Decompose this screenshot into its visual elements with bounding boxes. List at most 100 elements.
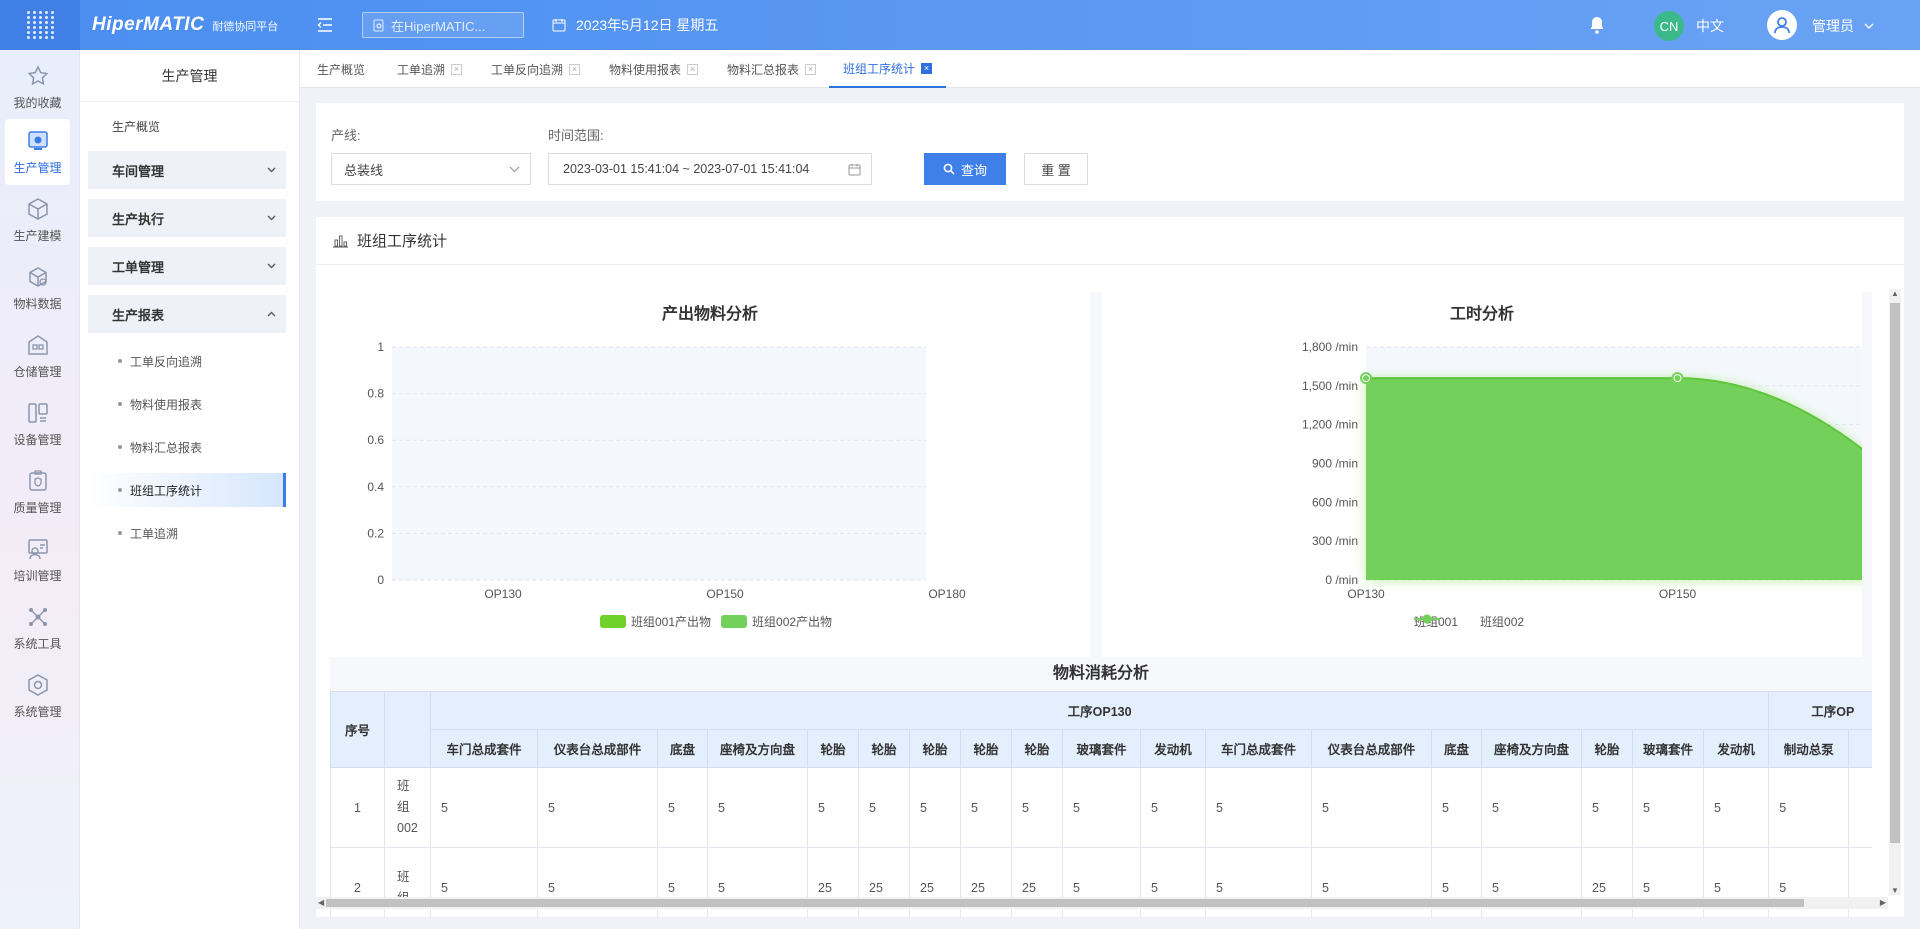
date-range-value: 2023-03-01 15:41:04 ~ 2023-07-01 15:41:0… [563, 162, 810, 176]
table-cell: 5 [1632, 767, 1704, 848]
rail-item-warehouse[interactable]: 仓储管理 [5, 323, 70, 389]
app-grid-button[interactable] [0, 0, 80, 50]
query-label: 查询 [960, 162, 987, 178]
column-header: 玻璃套件 [1632, 729, 1704, 768]
tab-reverse-trace[interactable]: 工单反向追溯 × [491, 50, 581, 88]
close-icon[interactable]: × [921, 62, 933, 74]
warehouse-icon [27, 334, 48, 355]
close-icon[interactable]: × [569, 63, 581, 75]
sidebar-item-team-process[interactable]: 班组工序统计 [88, 473, 286, 507]
rail-item-tools[interactable]: 系统工具 [5, 595, 70, 661]
sidebar-item-order-trace[interactable]: 工单追溯 [88, 516, 286, 550]
legend-item[interactable]: 班组002产出物 [721, 613, 832, 630]
avatar[interactable] [1767, 10, 1797, 40]
vertical-scrollbar[interactable]: ▲ ▼ [1889, 289, 1901, 895]
column-header: 座椅及方向盘 [1481, 729, 1582, 768]
y-tick-label: 0.2 [367, 526, 384, 540]
row-index: 1 [330, 767, 385, 848]
scroll-up-icon[interactable]: ▲ [1891, 289, 1899, 298]
rail-item-system[interactable]: 系统管理 [5, 663, 70, 729]
bell-icon[interactable] [1588, 15, 1606, 35]
column-header: 车门总成套件 [1205, 729, 1312, 768]
brand-subtitle: 耐德协同平台 [212, 21, 279, 33]
report-content: 0 0.2 0.4 0.6 0.8 1 OP130 OP150 OP180 产出物料分析 班组0… [330, 292, 1872, 917]
rail-item-quality[interactable]: 质量管理 [5, 459, 70, 525]
x-tick-label: OP180 [928, 587, 966, 601]
legend-item[interactable]: 班组002 [1414, 613, 1524, 630]
sidebar-item-overview[interactable]: 生产概览 [112, 118, 160, 135]
global-search-input[interactable]: 在HiperMATIC... [362, 12, 524, 38]
column-header: 轮胎 [1581, 729, 1633, 768]
sidebar-item-material-usage[interactable]: 物料使用报表 [88, 387, 286, 421]
sidebar-item-material-summary[interactable]: 物料汇总报表 [88, 430, 286, 464]
rail-label: 物料数据 [13, 296, 62, 311]
user-menu[interactable]: 管理员 [1812, 16, 1874, 36]
rail-item-material[interactable]: 物料数据 [5, 255, 70, 321]
brand-name: HiperMATIC [92, 14, 205, 35]
rail-item-training[interactable]: 培训管理 [5, 527, 70, 593]
column-header: 仪表台总成部件 [1311, 729, 1432, 768]
rail-item-favorites[interactable]: 我的收藏 [5, 54, 70, 120]
sidebar-group-workorder[interactable]: 工单管理 [88, 247, 286, 285]
sidebar-group-execution[interactable]: 生产执行 [88, 199, 286, 237]
column-header: 底盘 [657, 729, 708, 768]
rail-label: 设备管理 [13, 432, 62, 447]
settings-cube-icon [27, 673, 48, 696]
rail-item-modeling[interactable]: 生产建模 [5, 187, 70, 253]
y-tick-label: 0 /min [1325, 573, 1358, 587]
menu-collapse-icon[interactable] [316, 16, 334, 34]
table-cell: 5 [858, 767, 910, 848]
table-cell: 5 [1140, 767, 1206, 848]
reset-button[interactable]: 重 置 [1024, 153, 1088, 185]
chevron-down-icon [1864, 23, 1874, 29]
y-tick-label: 900 /min [1312, 457, 1358, 471]
chart-legend: 班组001产出物 班组002产出物 [600, 613, 832, 630]
query-button[interactable]: 查询 [924, 153, 1006, 185]
date-range-picker[interactable]: 2023-03-01 15:41:04 ~ 2023-07-01 15:41:0… [548, 153, 872, 185]
chart-title: 工时分析 [1449, 306, 1514, 323]
rail-item-production[interactable]: 生产管理 [5, 119, 70, 185]
tab-team-process[interactable]: 班组工序统计 × [829, 50, 947, 88]
column-header [1848, 729, 1872, 768]
sidebar-group-reports[interactable]: 生产报表 [88, 295, 286, 333]
close-icon[interactable]: × [805, 63, 817, 75]
column-header: 座椅及方向盘 [707, 729, 808, 768]
table-row[interactable]: 1 班组002 5 5 5 5 5 5 5 5 5 5 5 5 5 5 5 5 5 5 5 [330, 767, 1872, 848]
table-cell: 5 [1431, 767, 1482, 848]
filter-panel: 产线: 时间范围: 总装线 2023-03-01 15:41:04 ~ 2023… [316, 103, 1904, 201]
tab-overview[interactable]: 生产概览 [317, 50, 365, 88]
tab-label: 班组工序统计 [843, 61, 916, 76]
legend-item[interactable]: 班组001产出物 [600, 613, 711, 630]
close-icon[interactable]: × [451, 63, 463, 75]
tab-material-usage[interactable]: 物料使用报表 × [609, 50, 699, 88]
grid-icon [26, 10, 54, 40]
line-select[interactable]: 总装线 [331, 153, 531, 185]
rail-item-equipment[interactable]: 设备管理 [5, 391, 70, 457]
language-badge[interactable]: CN [1654, 11, 1684, 41]
scroll-right-icon[interactable]: ▶ [1880, 898, 1886, 907]
rail-label: 质量管理 [13, 500, 62, 515]
y-tick-label: 1,200 /min [1302, 418, 1358, 432]
scroll-thumb[interactable] [326, 899, 1804, 907]
legend-swatch [721, 615, 748, 628]
chart-legend: 班组001 班组002 [1414, 613, 1524, 630]
line-label: 产线: [331, 128, 361, 143]
card-title: 班组工序统计 [357, 233, 448, 250]
sidebar-group-workshop[interactable]: 车间管理 [88, 151, 286, 189]
scroll-down-icon[interactable]: ▼ [1891, 886, 1899, 895]
horizontal-scrollbar[interactable]: ◀ ▶ [316, 897, 1888, 909]
tab-order-trace[interactable]: 工单追溯 × [397, 50, 463, 88]
chart-title: 产出物料分析 [661, 306, 758, 323]
scroll-thumb[interactable] [1890, 303, 1900, 843]
sidebar-item-reverse-trace[interactable]: 工单反向追溯 [88, 344, 286, 378]
column-header: 轮胎 [909, 729, 961, 768]
language-switch[interactable]: 中文 [1696, 16, 1724, 36]
tab-label: 工单反向追溯 [491, 62, 564, 77]
scroll-left-icon[interactable]: ◀ [318, 898, 324, 907]
y-tick-label: 0.6 [367, 433, 384, 447]
page-tabs: 生产概览 工单追溯 × 工单反向追溯 × 物料使用报表 × 物料汇总报表 × 班组工序统… [300, 50, 1920, 88]
row-team: 班组002 [384, 767, 431, 848]
close-icon[interactable]: × [687, 63, 699, 75]
calendar-icon [552, 19, 566, 32]
tab-material-summary[interactable]: 物料汇总报表 × [727, 50, 817, 88]
